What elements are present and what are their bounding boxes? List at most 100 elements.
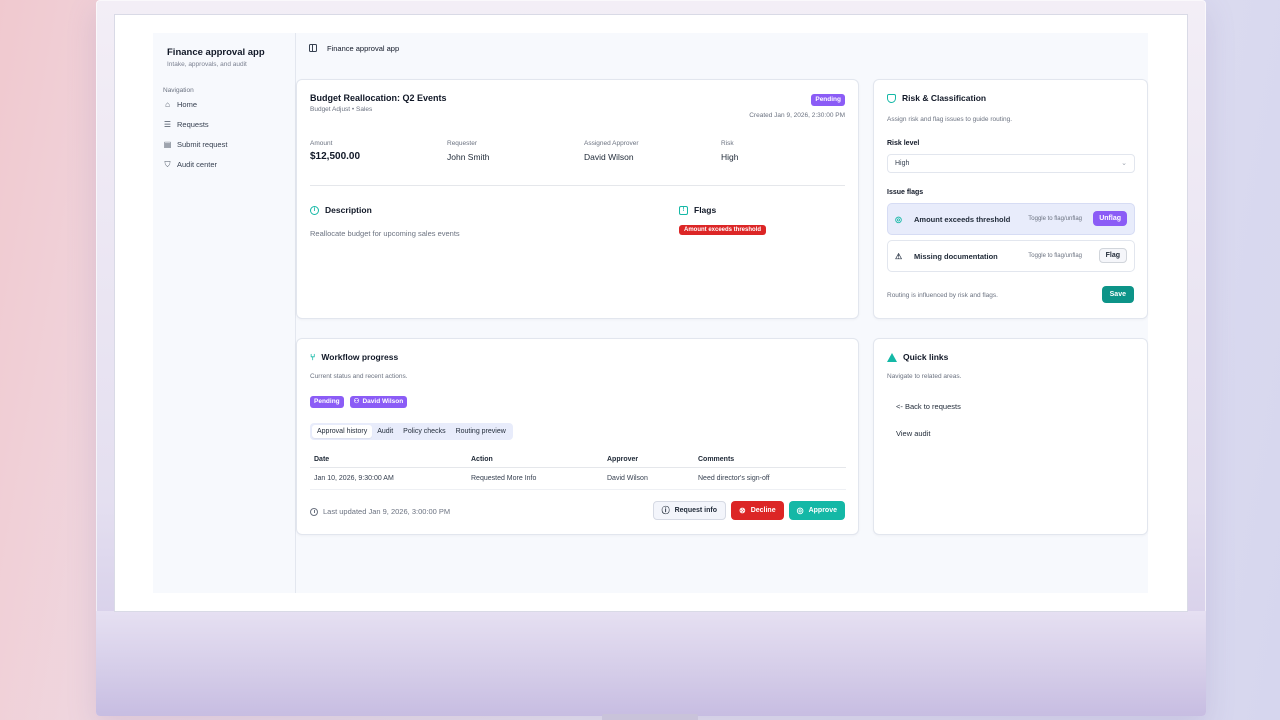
home-icon: ⌂: [165, 99, 170, 109]
flag-row-label: Amount exceeds threshold: [914, 214, 1011, 224]
amount-label: Amount: [310, 140, 333, 147]
tab-policy-checks[interactable]: Policy checks: [398, 425, 450, 438]
request-title: Budget Reallocation: Q2 Events: [310, 93, 447, 103]
amount-field: Amount $12,500.00: [310, 140, 360, 162]
cell-approver: David Wilson: [607, 475, 648, 482]
routing-note: Routing is influenced by risk and flags.: [887, 292, 998, 299]
sidebar-item-submit-request[interactable]: ▤ Submit request: [163, 134, 285, 154]
check-circle-icon: ◎: [895, 214, 902, 224]
description-text: Reallocate budget for upcoming sales eve…: [310, 229, 460, 238]
request-summary-card: Budget Reallocation: Q2 Events Budget Ad…: [296, 79, 859, 319]
risk-panel-subtitle: Assign risk and flag issues to guide rou…: [887, 116, 1013, 123]
flag-row-hint: Toggle to flag/unflag: [1028, 216, 1082, 222]
sidebar-item-label: Home: [177, 99, 198, 109]
requester-value: John Smith: [447, 152, 490, 162]
shield-icon: [887, 93, 896, 103]
flag-chip: Amount exceeds threshold: [679, 225, 767, 235]
app-subtitle: Intake, approvals, and audit: [167, 61, 247, 68]
check-circle-icon: ◎: [796, 506, 804, 515]
risk-panel-heading: Risk & Classification: [887, 93, 986, 103]
app-title: Finance approval app: [167, 47, 265, 58]
topbar-title: Finance approval app: [327, 43, 400, 53]
approval-history-table: Date Action Approver Comments Jan 10, 20…: [310, 451, 846, 490]
document-icon: ▤: [163, 139, 172, 149]
risk-classification-card: Risk & Classification Assign risk and fl…: [873, 79, 1148, 319]
flag-button[interactable]: Flag: [1098, 248, 1127, 263]
sidebar-item-audit-center[interactable]: ⛉ Audit center: [163, 154, 285, 174]
tab-audit[interactable]: Audit: [372, 425, 398, 438]
view-audit-link[interactable]: View audit: [896, 429, 930, 438]
clock-icon: [310, 507, 318, 516]
monitor-chin: [96, 611, 1206, 716]
workflow-progress-card: ⑂ Workflow progress Current status and r…: [296, 338, 859, 535]
description-heading: i Description: [310, 205, 372, 215]
description-heading-text: Description: [325, 205, 372, 215]
status-badge: Pending: [811, 94, 845, 106]
workflow-badges: Pending ⚇ David Wilson: [310, 396, 408, 408]
quick-links-card: Quick links Navigate to related areas. <…: [873, 338, 1148, 535]
issue-flags-label: Issue flags: [887, 189, 924, 196]
tab-routing-preview[interactable]: Routing preview: [451, 425, 511, 438]
column-header-comments: Comments: [698, 455, 735, 463]
decline-button[interactable]: ⊗ Decline: [731, 501, 784, 520]
requester-field: Requester John Smith: [447, 140, 490, 162]
user-icon: ⚇: [353, 398, 360, 405]
risk-value: High: [721, 152, 739, 162]
request-info-label: Request info: [674, 507, 717, 514]
screen: Finance approval app Intake, approvals, …: [114, 14, 1188, 612]
workflow-heading: ⑂ Workflow progress: [310, 352, 398, 362]
flag-row-amount-threshold: ◎ Amount exceeds threshold Toggle to fla…: [887, 203, 1135, 235]
column-header-approver: Approver: [607, 455, 639, 463]
requester-label: Requester: [447, 140, 477, 147]
status-badge: Pending: [310, 396, 344, 408]
last-updated-text: Last updated Jan 9, 2026, 3:00:00 PM: [323, 507, 451, 516]
topbar: Finance approval app: [296, 33, 1148, 63]
unflag-button[interactable]: Unflag: [1093, 211, 1127, 226]
column-header-action: Action: [471, 455, 493, 463]
risk-panel-title: Risk & Classification: [902, 93, 987, 103]
flag-row-hint: Toggle to flag/unflag: [1028, 253, 1082, 259]
approver-field: Assigned Approver David Wilson: [584, 140, 639, 162]
risk-field: Risk High: [721, 140, 738, 162]
quick-links-heading: Quick links: [887, 352, 948, 362]
approver-badge-label: David Wilson: [362, 398, 404, 405]
sidebar-toggle-icon[interactable]: [309, 44, 317, 52]
chevron-down-icon: ⌄: [1121, 160, 1127, 167]
approve-button[interactable]: ◎ Approve: [788, 501, 845, 520]
monitor-stand: [602, 714, 698, 720]
cell-action: Requested More Info: [471, 475, 537, 482]
risk-level-select[interactable]: High ⌄: [887, 154, 1135, 173]
request-info-button[interactable]: ⓘ Request info: [652, 501, 726, 520]
approver-value: David Wilson: [584, 152, 634, 162]
save-button[interactable]: Save: [1101, 286, 1134, 303]
table-header: Date Action Approver Comments: [310, 451, 846, 468]
cell-date: Jan 10, 2026, 9:30:00 AM: [314, 475, 394, 482]
list-icon: ☰: [163, 119, 172, 129]
cell-comments: Need director's sign-off: [698, 475, 770, 482]
branch-icon: ⑂: [310, 352, 316, 362]
info-icon: ⓘ: [661, 506, 670, 515]
back-to-requests-link[interactable]: <- Back to requests: [896, 402, 961, 411]
table-row: Jan 10, 2026, 9:30:00 AM Requested More …: [310, 468, 846, 490]
quick-links-title: Quick links: [903, 352, 949, 362]
request-subtitle: Budget Adjust • Sales: [310, 106, 373, 113]
sidebar-item-requests[interactable]: ☰ Requests: [163, 114, 285, 134]
amount-value: $12,500.00: [310, 151, 361, 162]
risk-label: Risk: [721, 140, 734, 147]
flags-heading-text: Flags: [694, 205, 717, 215]
risk-level-value: High: [895, 160, 910, 167]
warning-icon: ⚠: [895, 251, 903, 261]
tab-approval-history[interactable]: Approval history: [312, 425, 373, 438]
sidebar-item-label: Audit center: [177, 159, 218, 169]
workflow-subtitle: Current status and recent actions.: [310, 373, 408, 380]
flag-doc-icon: !: [679, 205, 688, 215]
column-header-date: Date: [314, 455, 330, 463]
decline-label: Decline: [750, 507, 776, 514]
shield-icon: ⛉: [164, 159, 171, 169]
approve-label: Approve: [808, 507, 837, 514]
quick-links-subtitle: Navigate to related areas.: [887, 373, 962, 380]
workflow-actions: ⓘ Request info ⊗ Decline ◎ Approve: [652, 501, 845, 520]
flag-row-missing-docs: ⚠ Missing documentation Toggle to flag/u…: [887, 240, 1135, 272]
sidebar-item-home[interactable]: ⌂ Home: [163, 94, 285, 114]
flags-heading: ! Flags: [679, 205, 716, 215]
